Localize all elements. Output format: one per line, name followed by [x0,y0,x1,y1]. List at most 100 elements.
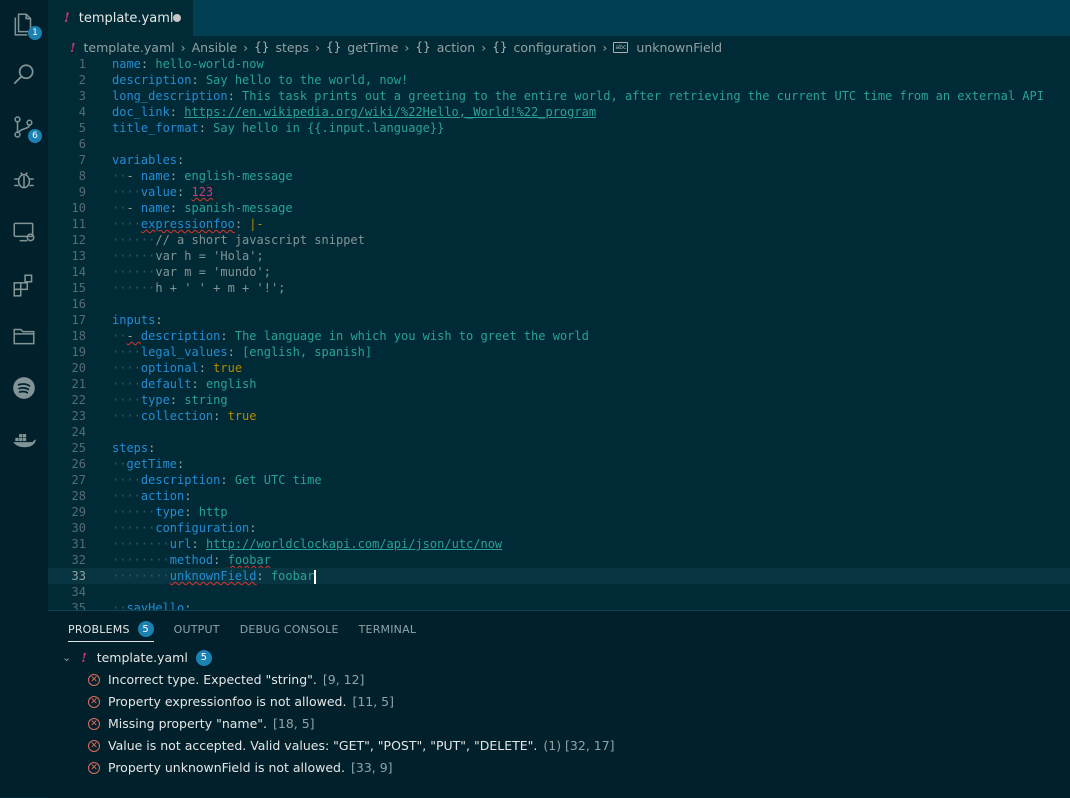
line-number: 1 [78,57,86,71]
problem-item[interactable]: ✕ Value is not accepted. Valid values: "… [88,735,615,757]
code-line: ··- description: The language in which y… [112,329,589,343]
bottom-panel: PROBLEMS 5 OUTPUT DEBUG CONSOLE TERMINAL… [48,610,1070,798]
code-line: ····optional: true [112,361,243,375]
code-line: ······h + ' ' + m + '!'; [112,281,286,295]
line-number: 3 [78,89,86,103]
chevron-right-icon: › [481,39,487,55]
line-number: 11 [71,217,86,231]
remote-explorer-icon[interactable] [10,218,38,246]
yaml-file-icon: ! [81,650,87,665]
line-number: 6 [78,137,86,151]
code-line: ······type: http [112,505,228,519]
current-line: 33 ········unknownField: foobar [48,568,1070,584]
breadcrumb: ! template.yaml › Ansible › {} steps › {}… [48,36,1070,58]
object-icon: {} [254,40,270,54]
debug-icon[interactable] [10,165,38,193]
breadcrumb-label: action [436,39,476,55]
code-editor[interactable]: 1 name: hello-world-now 2 description: Say… [48,56,1070,610]
object-icon: {} [415,40,431,54]
code-line: description: Say hello to the world, now… [112,73,409,87]
code-line: ··- name: spanish-message [112,201,293,215]
field-icon: abc [613,41,629,53]
problem-item[interactable]: ✕ Property unknownField is not allowed. … [88,757,393,779]
problems-count-badge: 5 [137,621,154,637]
breadcrumb-item-file[interactable]: template.yaml [84,40,175,55]
code-line: ····collection: true [112,409,257,423]
line-number: 8 [78,169,86,183]
line-number: 34 [71,585,86,599]
yaml-file-icon: ! [70,39,76,55]
code-line: variables: [112,153,185,167]
problem-message: Value is not accepted. Valid values: "GE… [108,738,538,753]
breadcrumb-item-configuration[interactable]: {} configuration [492,40,596,55]
breadcrumb-item-steps[interactable]: {} steps [254,40,309,55]
code-line: ······var m = 'mundo'; [112,265,271,279]
source-control-icon[interactable]: 6 [10,113,42,143]
line-number: 13 [71,249,86,263]
tab-problems[interactable]: PROBLEMS 5 [68,617,154,642]
breadcrumb-label: getTime [347,39,399,55]
line-number: 31 [71,537,86,551]
tab-label: PROBLEMS [68,622,130,636]
problem-message: Incorrect type. Expected "string". [108,672,317,687]
code-line: ····type: string [112,393,228,407]
code-line: ······var h = 'Hola'; [112,249,264,263]
error-icon: ✕ [88,696,100,708]
chevron-down-icon[interactable]: ⌄ [62,647,71,669]
tab-label: template.yaml [78,10,174,26]
problem-position: [11, 5] [352,694,395,709]
code-line: long_description: This task prints out a… [112,89,1044,103]
code-line: ····action: [112,489,192,503]
chevron-right-icon: › [243,39,249,55]
code-line: inputs: [112,313,163,327]
line-number: 7 [78,153,86,167]
breadcrumb-item-ansible[interactable]: Ansible [192,40,238,55]
url-link[interactable]: http://worldclockapi.com/api/json/utc/no… [206,537,502,551]
code-line: ····legal_values: [english, spanish] [112,345,373,359]
file-problems-badge: 5 [195,650,212,666]
doc-link[interactable]: https://en.wikipedia.org/wiki/%22Hello,_… [184,105,596,119]
folder-icon[interactable] [10,322,38,350]
problem-position: [33, 9] [350,760,393,775]
spotify-icon[interactable] [10,374,38,402]
breadcrumb-item-unknownfield[interactable]: abc unknownField [613,40,722,55]
tab-debug-console[interactable]: DEBUG CONSOLE [240,617,339,641]
panel-tabs: PROBLEMS 5 OUTPUT DEBUG CONSOLE TERMINAL [68,617,436,647]
code-line: title_format: Say hello in {{.input.lang… [112,121,445,135]
tab-output[interactable]: OUTPUT [174,617,220,641]
activity-bar: 1 6 [0,0,48,797]
error-icon: ✕ [88,674,100,686]
text-cursor [314,569,317,584]
code-line: ····value: 123 [112,185,214,199]
line-number: 26 [71,457,86,471]
line-number: 5 [78,121,86,135]
problem-item[interactable]: ✕ Incorrect type. Expected "string". [9,… [88,669,364,691]
extensions-icon[interactable] [10,271,38,299]
problems-file-name: template.yaml [96,650,188,665]
code-line: ····expressionfoo: |- [112,217,264,231]
tab-template-yaml[interactable]: ! template.yaml [48,0,193,36]
line-number: 18 [71,329,86,343]
line-number: 27 [71,473,86,487]
code-line: ··getTime: [112,457,185,471]
problem-position: (1) [32, 17] [543,738,615,753]
breadcrumb-item-gettime[interactable]: {} getTime [326,40,398,55]
explorer-icon[interactable]: 1 [10,10,42,40]
docker-icon[interactable] [10,426,38,454]
search-icon[interactable] [10,61,38,89]
line-number: 30 [71,521,86,535]
line-number: 21 [71,377,86,391]
tab-terminal[interactable]: TERMINAL [359,617,417,641]
line-number: 17 [71,313,86,327]
line-number: 12 [71,233,86,247]
line-number: 23 [71,409,86,423]
problem-item[interactable]: ✕ Property expressionfoo is not allowed.… [88,691,394,713]
code-line: steps: [112,441,156,455]
breadcrumb-item-action[interactable]: {} action [415,40,475,55]
unsaved-dot-icon[interactable] [173,14,181,22]
problems-file-row[interactable]: ⌄ ! template.yaml 5 [62,647,212,669]
problem-item[interactable]: ✕ Missing property "name". [18, 5] [88,713,315,735]
code-line: ··sayHello: [112,601,192,610]
chevron-right-icon: › [404,39,410,55]
problem-position: [9, 12] [322,672,365,687]
